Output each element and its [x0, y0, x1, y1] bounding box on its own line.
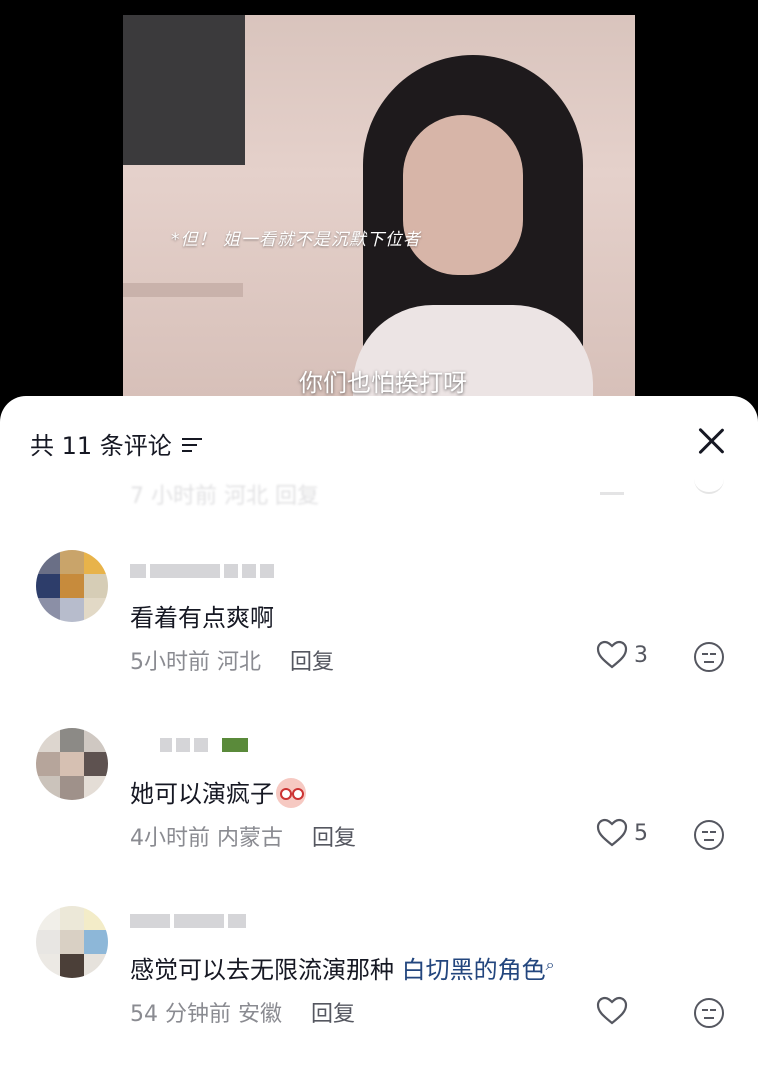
username-blurred[interactable]: [130, 738, 248, 754]
dislike-icon[interactable]: [694, 642, 724, 672]
avatar[interactable]: [36, 728, 108, 800]
username-blurred[interactable]: [130, 914, 246, 930]
video-subtitle-top: *但！ 姐一看就不是沉默下位者: [171, 230, 421, 250]
reply-button[interactable]: 回复: [312, 826, 356, 851]
comment-meta: 4小时前 内蒙古 回复: [130, 820, 356, 852]
heart-icon: [596, 818, 628, 847]
comment-count-title: 共 11 条评论: [30, 432, 172, 460]
comment-text: 看着有点爽啊: [130, 604, 274, 632]
comment-location: 河北: [217, 650, 262, 675]
avatar[interactable]: [36, 906, 108, 978]
reply-button[interactable]: 回复: [290, 650, 334, 675]
comment-meta: 5小时前 河北 回复: [130, 644, 334, 676]
background-painting: [123, 15, 245, 165]
comment-text: 感觉可以去无限流演那种 白切黑的角色⌕: [130, 950, 555, 985]
search-icon[interactable]: ⌕: [546, 955, 555, 974]
search-keyword-link[interactable]: 白切黑的角色: [402, 956, 546, 984]
like-button[interactable]: 5: [596, 818, 648, 848]
close-icon[interactable]: [696, 426, 726, 456]
reply-button[interactable]: 回复: [311, 1002, 355, 1027]
wall-molding: [123, 283, 243, 297]
face-emoji-icon: [276, 778, 306, 808]
like-count: 3: [634, 642, 648, 668]
comment-sheet: 共 11 条评论 7 小时前 河北 回复 看着有点爽啊 5小时前 河北 回复 3…: [0, 396, 758, 1080]
heart-icon: [596, 996, 628, 1025]
dislike-icon[interactable]: [694, 998, 724, 1028]
comment-location: 安徽: [238, 1002, 283, 1027]
avatar[interactable]: [36, 550, 108, 622]
partial-comment-meta: 7 小时前 河北 回复: [130, 484, 319, 509]
comment-time: 5小时前: [130, 650, 210, 675]
comment-text-content: 她可以演疯子: [130, 780, 274, 808]
comment-count-header[interactable]: 共 11 条评论: [30, 426, 204, 461]
partial-dislike-icon: [694, 476, 724, 494]
heart-icon: [596, 640, 628, 669]
like-button[interactable]: [596, 996, 634, 1026]
filter-icon[interactable]: [181, 435, 204, 453]
username-blurred[interactable]: [130, 564, 274, 580]
comment-text: 她可以演疯子: [130, 774, 306, 809]
like-button[interactable]: 3: [596, 640, 648, 670]
comment-time: 4小时前: [130, 826, 210, 851]
video-player[interactable]: *但！ 姐一看就不是沉默下位者 你们也怕挨打呀: [123, 15, 635, 410]
like-count: 5: [634, 820, 648, 846]
comment-location: 内蒙古: [217, 826, 284, 851]
comment-meta: 54 分钟前 安徽 回复: [130, 996, 355, 1028]
comment-text-content: 感觉可以去无限流演那种: [130, 956, 402, 984]
partial-like-icon: [600, 482, 624, 495]
comment-time: 54 分钟前: [130, 1002, 231, 1027]
video-subtitle-bottom: 你们也怕挨打呀: [299, 369, 467, 397]
dislike-icon[interactable]: [694, 820, 724, 850]
